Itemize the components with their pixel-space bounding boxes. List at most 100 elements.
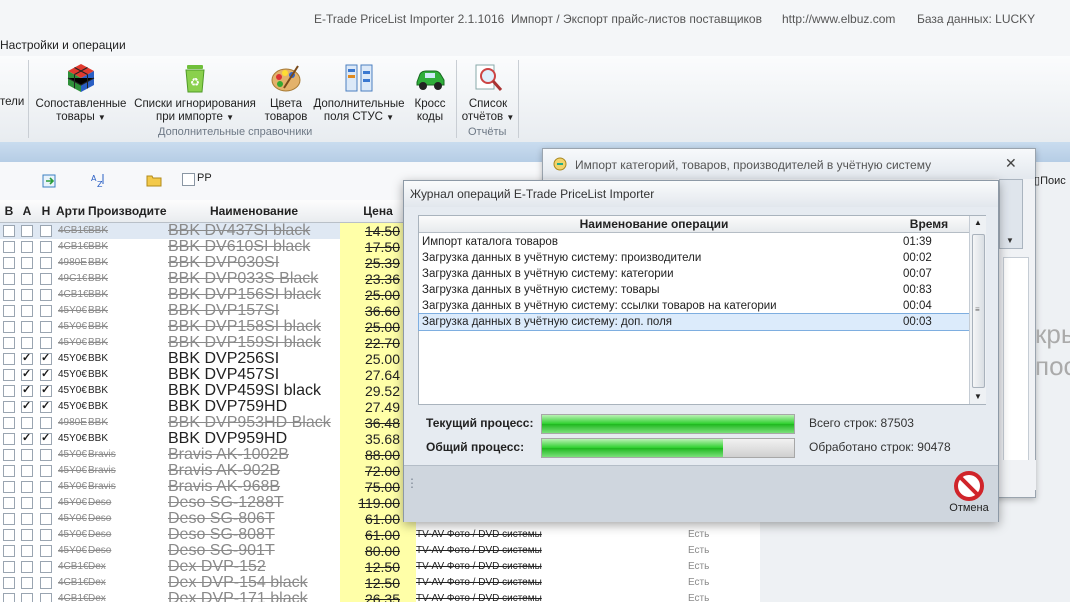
- operation-row[interactable]: Загрузка данных в учётную систему: катег…: [419, 266, 969, 282]
- scroll-down-icon[interactable]: ▼: [974, 392, 982, 401]
- n-checkbox[interactable]: [40, 367, 52, 381]
- a-checkbox[interactable]: [21, 337, 33, 349]
- a-checkbox[interactable]: [21, 465, 33, 477]
- a-checkbox[interactable]: [21, 225, 33, 237]
- b-checkbox[interactable]: [3, 241, 15, 253]
- n-checkbox[interactable]: [40, 497, 52, 509]
- n-checkbox[interactable]: [40, 383, 52, 397]
- scroll-thumb[interactable]: ≡: [972, 234, 985, 388]
- n-checkbox[interactable]: [40, 337, 52, 349]
- n-checkbox[interactable]: [40, 449, 52, 461]
- a-checkbox[interactable]: [21, 399, 33, 413]
- n-checkbox[interactable]: [40, 481, 52, 493]
- n-checkbox[interactable]: [40, 593, 52, 602]
- cross-codes-button[interactable]: Кросс коды: [410, 62, 450, 124]
- b-checkbox[interactable]: [3, 417, 15, 429]
- sort-icon[interactable]: AZ: [90, 172, 106, 189]
- n-checkbox[interactable]: [40, 529, 52, 541]
- a-checkbox[interactable]: [21, 577, 33, 589]
- a-checkbox[interactable]: [21, 593, 33, 602]
- operations-scrollbar[interactable]: ▲ ≡ ▼: [969, 216, 986, 404]
- a-checkbox[interactable]: [21, 561, 33, 573]
- folder-icon[interactable]: [146, 172, 162, 188]
- table-row[interactable]: 4CB1€ Dex Dex DVP-171 black 26.35 TV-AV Фото…: [0, 591, 760, 602]
- n-checkbox[interactable]: [40, 545, 52, 557]
- n-checkbox[interactable]: [40, 273, 52, 285]
- col-header-a[interactable]: А: [18, 200, 36, 223]
- n-checkbox[interactable]: [40, 399, 52, 413]
- b-checkbox[interactable]: [3, 225, 15, 237]
- n-checkbox[interactable]: [40, 577, 52, 589]
- operation-row[interactable]: Загрузка данных в учётную систему: доп. …: [418, 313, 970, 331]
- b-checkbox[interactable]: [3, 369, 15, 381]
- b-checkbox[interactable]: [3, 257, 15, 269]
- extra-fields-button[interactable]: Дополнительные поля СТУС ▼: [311, 62, 407, 124]
- b-checkbox[interactable]: [3, 513, 15, 525]
- a-checkbox[interactable]: [21, 273, 33, 285]
- b-checkbox[interactable]: [3, 401, 15, 413]
- b-checkbox[interactable]: [3, 497, 15, 509]
- a-checkbox[interactable]: [21, 545, 33, 557]
- col-header-maker[interactable]: Производите: [88, 200, 168, 223]
- n-checkbox[interactable]: [40, 289, 52, 301]
- search-label[interactable]: ▯Поис: [1034, 174, 1066, 187]
- a-checkbox[interactable]: [21, 417, 33, 429]
- b-checkbox[interactable]: [3, 449, 15, 461]
- ignore-lists-button[interactable]: ♻ Списки игнорирования при импорте ▼: [130, 62, 260, 124]
- a-checkbox[interactable]: [21, 367, 33, 381]
- a-checkbox[interactable]: [21, 481, 33, 493]
- table-row[interactable]: 4CB1€ Dex Dex DVP-154 black 12.50 TV-AV Фото…: [0, 575, 760, 591]
- cancel-button[interactable]: Отмена: [944, 470, 994, 518]
- operation-row[interactable]: Загрузка данных в учётную систему: ссылк…: [419, 298, 969, 314]
- import-dialog-scrollbar[interactable]: ▼: [999, 179, 1023, 249]
- b-checkbox[interactable]: [3, 433, 15, 445]
- b-checkbox[interactable]: [3, 465, 15, 477]
- a-checkbox[interactable]: [21, 321, 33, 333]
- b-checkbox[interactable]: [3, 273, 15, 285]
- b-checkbox[interactable]: [3, 385, 15, 397]
- b-checkbox[interactable]: [3, 337, 15, 349]
- ribbon-cut-button[interactable]: тели: [0, 96, 24, 109]
- b-checkbox[interactable]: [3, 545, 15, 557]
- col-header-operation[interactable]: Наименование операции: [419, 216, 889, 233]
- a-checkbox[interactable]: [21, 257, 33, 269]
- a-checkbox[interactable]: [21, 449, 33, 461]
- col-header-n[interactable]: Н: [36, 200, 56, 223]
- rp-checkbox[interactable]: [182, 173, 195, 186]
- scroll-down-icon[interactable]: ▼: [1006, 236, 1014, 245]
- a-checkbox[interactable]: [21, 289, 33, 301]
- n-checkbox[interactable]: [40, 257, 52, 269]
- b-checkbox[interactable]: [3, 577, 15, 589]
- n-checkbox[interactable]: [40, 417, 52, 429]
- b-checkbox[interactable]: [3, 481, 15, 493]
- operation-row[interactable]: Импорт каталога товаров 01:39: [419, 234, 969, 250]
- table-row[interactable]: 45Y0€ Deso Deso SG-901T 80.00 TV-AV Фото / D…: [0, 543, 760, 559]
- a-checkbox[interactable]: [21, 305, 33, 317]
- reports-list-button[interactable]: Список отчётов ▼: [460, 62, 516, 124]
- col-header-article[interactable]: Арти: [56, 200, 88, 223]
- scroll-up-icon[interactable]: ▲: [974, 218, 982, 227]
- n-checkbox[interactable]: [40, 241, 52, 253]
- a-checkbox[interactable]: [21, 529, 33, 541]
- n-checkbox[interactable]: [40, 513, 52, 525]
- n-checkbox[interactable]: [40, 561, 52, 573]
- b-checkbox[interactable]: [3, 321, 15, 333]
- b-checkbox[interactable]: [3, 289, 15, 301]
- operation-row[interactable]: Загрузка данных в учётную систему: произ…: [419, 250, 969, 266]
- a-checkbox[interactable]: [21, 351, 33, 365]
- operation-row[interactable]: Загрузка данных в учётную систему: товар…: [419, 282, 969, 298]
- a-checkbox[interactable]: [21, 241, 33, 253]
- a-checkbox[interactable]: [21, 497, 33, 509]
- col-header-time[interactable]: Время: [889, 216, 969, 233]
- n-checkbox[interactable]: [40, 431, 52, 445]
- close-icon[interactable]: ✕: [1005, 155, 1017, 172]
- col-header-b[interactable]: В: [0, 200, 18, 223]
- n-checkbox[interactable]: [40, 321, 52, 333]
- n-checkbox[interactable]: [40, 305, 52, 317]
- n-checkbox[interactable]: [40, 225, 52, 237]
- b-checkbox[interactable]: [3, 353, 15, 365]
- a-checkbox[interactable]: [21, 513, 33, 525]
- a-checkbox[interactable]: [21, 383, 33, 397]
- col-header-name[interactable]: Наименование: [168, 200, 340, 223]
- website-link[interactable]: http://www.elbuz.com: [782, 12, 895, 26]
